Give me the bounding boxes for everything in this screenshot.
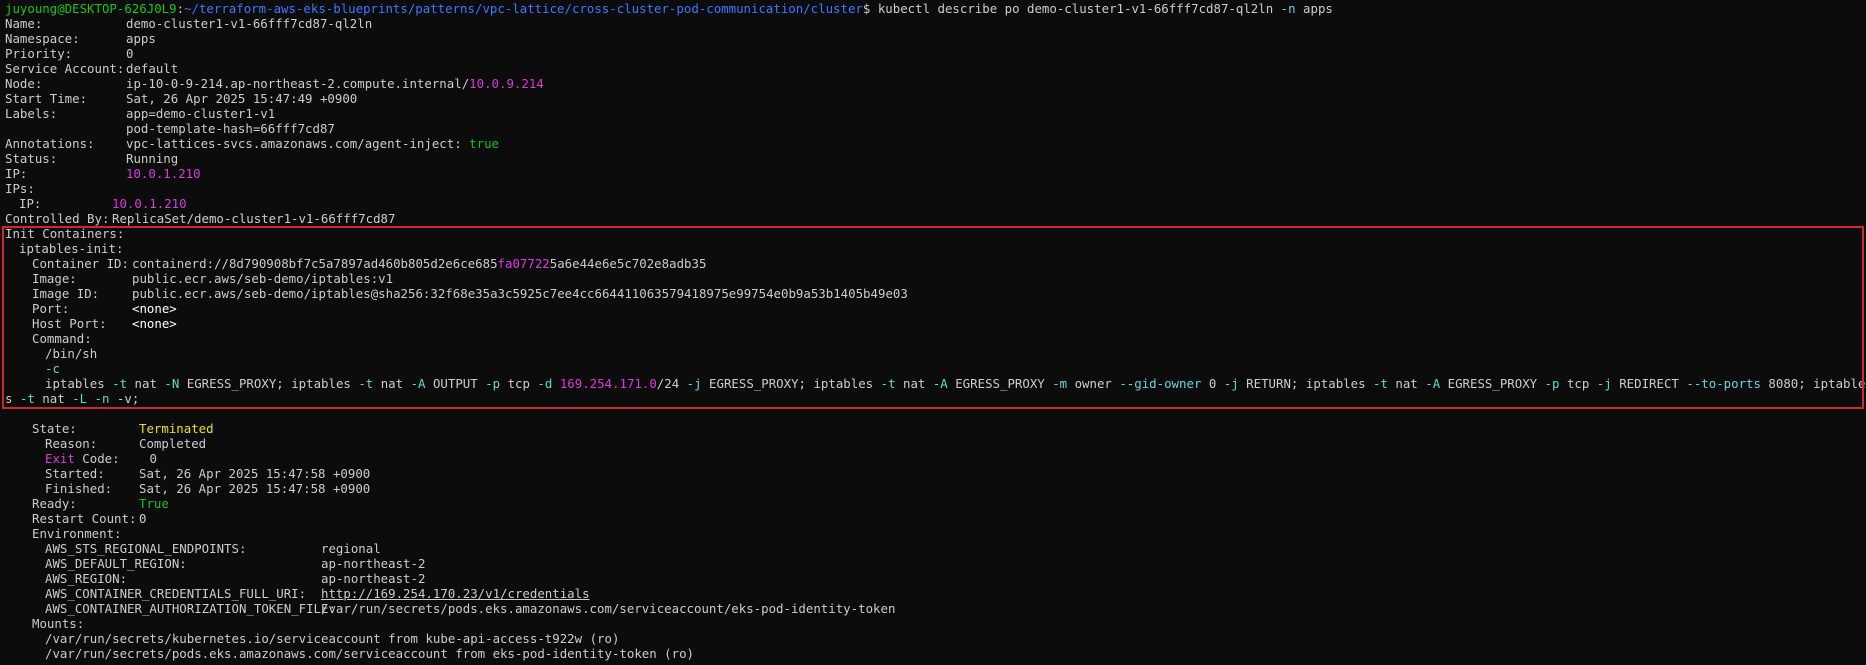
command-token: -t xyxy=(358,376,374,391)
command-token: --to-ports xyxy=(1686,376,1761,391)
field-priority: Priority: 0 xyxy=(5,46,134,61)
env-row: AWS_DEFAULT_REGION: ap-northeast-2 xyxy=(45,556,426,571)
command-token: -N xyxy=(164,376,180,391)
command-token: 169.254.171.0 xyxy=(559,376,657,391)
command-token: tcp xyxy=(1559,376,1597,391)
command-token: -p xyxy=(1544,376,1560,391)
command-token: --gid-owner xyxy=(1119,376,1202,391)
env-row: AWS_STS_REGIONAL_ENDPOINTS: regional xyxy=(45,541,381,556)
command-token: OUTPUT xyxy=(425,376,486,391)
command-token: -A xyxy=(410,376,426,391)
command-token: -j xyxy=(686,376,702,391)
command-token: -d xyxy=(537,376,553,391)
field-state: State: Terminated xyxy=(32,421,214,436)
command-token: -t xyxy=(1373,376,1388,391)
env-row: AWS_CONTAINER_AUTHORIZATION_TOKEN_FILE:/… xyxy=(45,601,896,616)
command-token: nat xyxy=(1387,376,1426,391)
command-token: -v; xyxy=(109,391,140,406)
command-token: tcp xyxy=(500,376,538,391)
init-container-name: iptables-init: xyxy=(19,241,124,256)
field-status: Status: Running xyxy=(5,151,179,166)
field-labels-cont: pod-template-hash=66fff7cd87 xyxy=(126,121,335,136)
field-annotations: Annotations: vpc-lattices-svcs.amazonaws.… xyxy=(5,136,499,151)
command-token: -L xyxy=(72,391,88,406)
command-text: kubectl describe po demo-cluster1-v1-66f… xyxy=(877,1,1281,16)
command-token: -A xyxy=(932,376,948,391)
field-host-port: Host Port: <none> xyxy=(32,316,177,331)
command-arg: apps xyxy=(1295,1,1333,16)
command-token: EGRESS_PROXY; iptables xyxy=(701,376,881,391)
command-token: nat xyxy=(34,391,73,406)
field-namespace: Namespace: apps xyxy=(5,31,156,46)
field-ready: Ready: True xyxy=(32,496,169,511)
command-flag: -n xyxy=(1280,1,1296,16)
field-environment: Environment: xyxy=(32,526,122,541)
command-token: iptables xyxy=(45,376,113,391)
field-controlled-by: Controlled By: ReplicaSet/demo-cluster1-v… xyxy=(5,211,396,226)
command-line-3: iptables -t nat -N EGRESS_PROXY; iptable… xyxy=(0,376,1866,406)
field-ips: IPs: xyxy=(5,181,35,196)
field-image-id: Image ID: public.ecr.aws/seb-demo/iptable… xyxy=(32,286,908,301)
field-restart-count: Restart Count: 0 xyxy=(32,511,147,526)
field-exit-code: Exit Code: 0 xyxy=(45,451,157,466)
command-token: -A xyxy=(1425,376,1441,391)
command-token: EGRESS_PROXY xyxy=(1440,376,1545,391)
prompt-colon: : xyxy=(176,1,185,16)
command-token: RETURN; iptables xyxy=(1238,376,1373,391)
prompt-path: ~/terraform-aws-eks-blueprints/patterns/… xyxy=(184,1,863,16)
command-token: EGRESS_PROXY xyxy=(947,376,1053,391)
prompt-dollar: $ xyxy=(862,1,878,16)
field-name: Name: demo-cluster1-v1-66fff7cd87-ql2ln xyxy=(5,16,373,31)
credentials-link[interactable]: http://169.254.170.23/v1/credentials xyxy=(321,586,590,601)
command-token: -t xyxy=(112,376,128,391)
command-token: 0 xyxy=(1201,376,1224,391)
command-token: nat xyxy=(373,376,411,391)
command-token: -t xyxy=(880,376,896,391)
command-token: -n xyxy=(94,391,110,406)
field-start-time: Start Time: Sat, 26 Apr 2025 15:47:49 +09… xyxy=(5,91,358,106)
command-token: -j xyxy=(1223,376,1239,391)
field-finished: Finished: Sat, 26 Apr 2025 15:47:58 +0900 xyxy=(45,481,371,496)
mount-row: /var/run/secrets/kubernetes.io/serviceac… xyxy=(45,631,620,646)
command-prompt-line: juyoung@DESKTOP-626J0L9:~/terraform-aws-… xyxy=(0,1,1866,16)
field-reason: Reason: Completed xyxy=(45,436,207,451)
command-token: EGRESS_PROXY; iptables xyxy=(179,376,359,391)
field-started: Started: Sat, 26 Apr 2025 15:47:58 +0900 xyxy=(45,466,371,481)
command-token xyxy=(552,376,559,391)
command-token: nat xyxy=(895,376,933,391)
command-token: -p xyxy=(485,376,501,391)
field-ip: IP: 10.0.1.210 xyxy=(5,166,201,181)
command-token: /24 xyxy=(656,376,687,391)
env-row: AWS_REGION: ap-northeast-2 xyxy=(45,571,426,586)
field-service-account: Service Account: default xyxy=(5,61,179,76)
command-token: -m xyxy=(1052,376,1068,391)
field-ips-ip: IP: 10.0.1.210 xyxy=(19,196,187,211)
node-ip: 10.0.9.214 xyxy=(469,76,544,91)
field-node: Node: ip-10-0-9-214.ap-northeast-2.comput… xyxy=(5,76,544,91)
command-token: -j xyxy=(1596,376,1612,391)
command-token xyxy=(87,391,94,406)
field-labels: Labels: app=demo-cluster1-v1 xyxy=(5,106,276,121)
env-row: AWS_CONTAINER_CREDENTIALS_FULL_URI: http:… xyxy=(45,586,590,601)
field-command: Command: xyxy=(32,331,92,346)
command-token: nat xyxy=(127,376,165,391)
command-line-2: -c xyxy=(45,361,60,376)
field-port: Port: <none> xyxy=(32,301,177,316)
mount-row: /var/run/secrets/pods.eks.amazonaws.com/… xyxy=(45,646,695,661)
section-init-containers: Init Containers: xyxy=(5,226,125,241)
command-line-1: /bin/sh xyxy=(45,346,98,361)
field-container-id: Container ID: containerd://8d790908bf7c5a… xyxy=(32,256,707,271)
field-mounts: Mounts: xyxy=(32,616,85,631)
command-token: REDIRECT xyxy=(1611,376,1687,391)
command-token: -t xyxy=(19,391,35,406)
field-image: Image: public.ecr.aws/seb-demo/iptables:v… xyxy=(32,271,394,286)
terminal-window[interactable]: juyoung@DESKTOP-626J0L9:~/terraform-aws-… xyxy=(0,0,1866,665)
command-token: owner xyxy=(1067,376,1120,391)
prompt-userhost: juyoung@DESKTOP-626J0L9 xyxy=(5,1,177,16)
